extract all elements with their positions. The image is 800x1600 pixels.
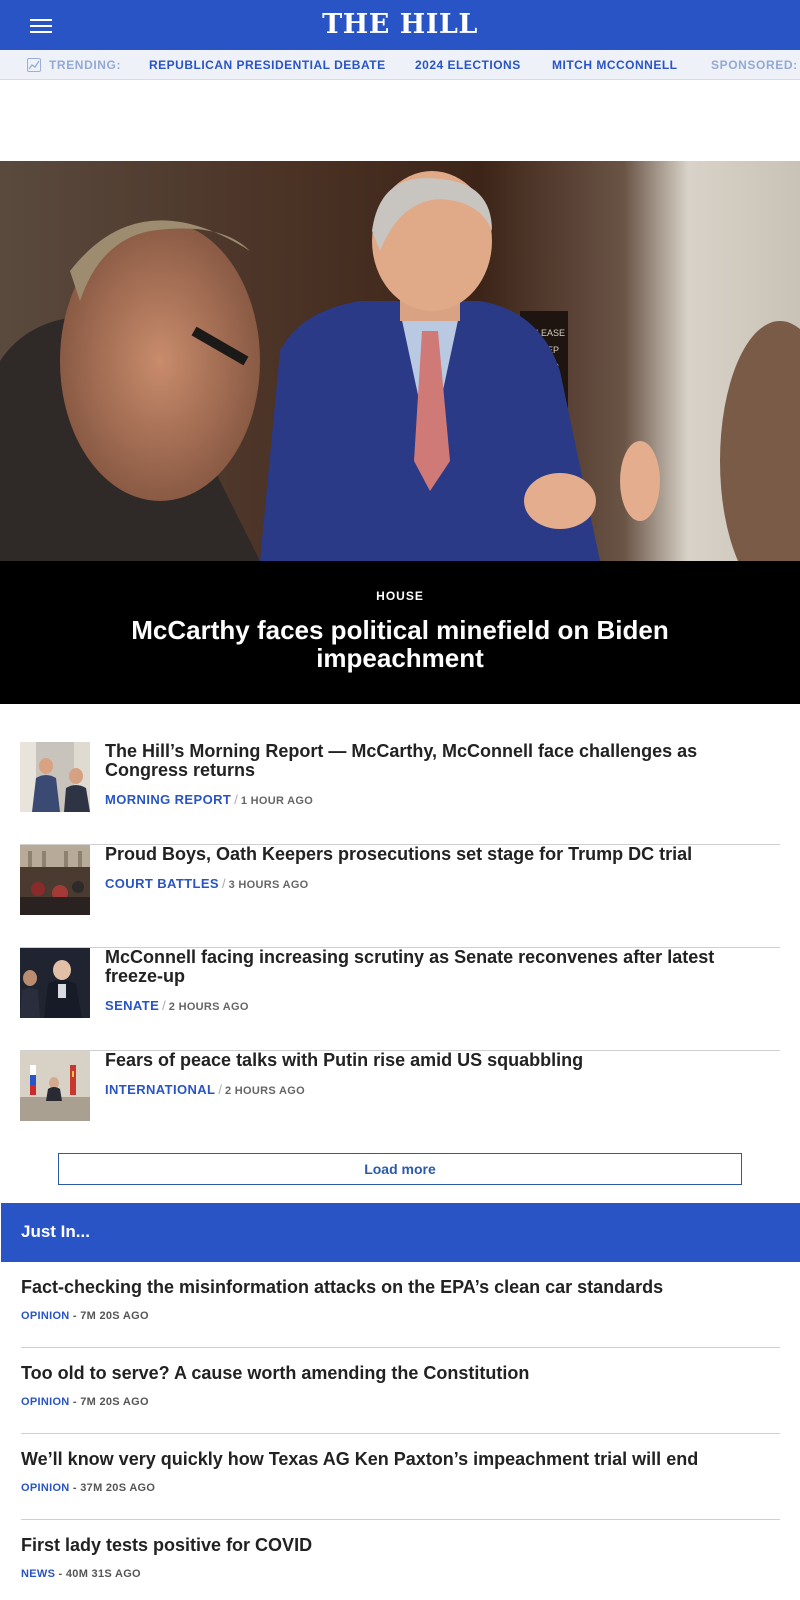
just-in-time: - 7M 20S AGO — [69, 1396, 149, 1408]
trending-link-elections[interactable]: 2024 ELECTIONS — [415, 58, 521, 72]
just-in-title: Just In... — [21, 1222, 90, 1241]
hero-image[interactable]: PLEASE KEEP DOOR SHUT — [0, 161, 800, 561]
site-logo[interactable]: THE HILL — [0, 9, 800, 40]
article-headline[interactable]: Proud Boys, Oath Keepers prosecutions se… — [105, 845, 775, 864]
list-item: McConnell facing increasing scrutiny as … — [20, 948, 780, 1051]
article-headline[interactable]: Fears of peace talks with Putin rise ami… — [105, 1051, 775, 1070]
just-in-headline[interactable]: First lady tests positive for COVID — [21, 1535, 780, 1555]
just-in-headline[interactable]: Too old to serve? A cause worth amending… — [21, 1363, 780, 1383]
just-in-headline[interactable]: We’ll know very quickly how Texas AG Ken… — [21, 1449, 780, 1469]
article-category[interactable]: SENATE — [105, 998, 159, 1013]
just-in-category[interactable]: OPINION — [21, 1396, 70, 1408]
just-in-time: - 7M 20S AGO — [69, 1310, 149, 1322]
trending-link-mcconnell[interactable]: MITCH MCCONNELL — [552, 58, 677, 72]
just-in-category[interactable]: OPINION — [21, 1482, 70, 1494]
hero-caption: HOUSE McCarthy faces political minefield… — [0, 561, 800, 704]
just-in-item: We’ll know very quickly how Texas AG Ken… — [21, 1434, 780, 1520]
just-in-meta: OPINION - 7M 20S AGO — [21, 1396, 149, 1408]
just-in-meta: OPINION - 37M 20S AGO — [21, 1482, 155, 1494]
just-in-category[interactable]: OPINION — [21, 1310, 70, 1322]
article-thumbnail[interactable] — [20, 948, 90, 1018]
article-category[interactable]: COURT BATTLES — [105, 876, 219, 891]
article-meta: INTERNATIONAL/2 HOURS AGO — [105, 1082, 305, 1097]
article-thumbnail[interactable] — [20, 742, 90, 812]
article-thumbnail[interactable] — [20, 1051, 90, 1121]
article-category[interactable]: MORNING REPORT — [105, 792, 231, 807]
just-in-item: Fact-checking the misinformation attacks… — [21, 1262, 780, 1348]
just-in-time: - 40M 31S AGO — [55, 1568, 141, 1580]
trending-label: TRENDING: — [49, 58, 122, 72]
article-time: 2 HOURS AGO — [225, 1085, 305, 1097]
just-in-headline[interactable]: Fact-checking the misinformation attacks… — [21, 1277, 780, 1297]
meta-separator: / — [162, 998, 166, 1013]
load-more-button[interactable]: Load more — [58, 1153, 742, 1185]
hero-section-label[interactable]: HOUSE — [0, 589, 800, 603]
just-in-time: - 37M 20S AGO — [69, 1482, 156, 1494]
hero-headline[interactable]: McCarthy faces political minefield on Bi… — [100, 616, 700, 672]
article-meta: MORNING REPORT/1 HOUR AGO — [105, 792, 313, 807]
just-in-item: First lady tests positive for COVID NEWS… — [21, 1520, 780, 1600]
article-headline[interactable]: McConnell facing increasing scrutiny as … — [105, 948, 775, 986]
just-in-category[interactable]: NEWS — [21, 1568, 55, 1580]
trending-chart-icon — [27, 58, 41, 72]
meta-separator: / — [218, 1082, 223, 1097]
meta-separator: / — [234, 792, 238, 807]
article-time: 2 HOURS AGO — [168, 1001, 249, 1013]
article-category[interactable]: INTERNATIONAL — [105, 1082, 215, 1097]
site-header: THE HILL — [0, 0, 800, 50]
sponsored-label: SPONSORED: — [711, 58, 798, 72]
just-in-meta: OPINION - 7M 20S AGO — [21, 1310, 149, 1322]
list-item: Fears of peace talks with Putin rise ami… — [20, 1051, 780, 1154]
just-in-header: Just In... — [1, 1203, 800, 1262]
article-meta: COURT BATTLES/3 HOURS AGO — [105, 876, 309, 891]
just-in-item: Too old to serve? A cause worth amending… — [21, 1348, 780, 1434]
list-item: The Hill’s Morning Report — McCarthy, Mc… — [20, 742, 780, 845]
list-item: Proud Boys, Oath Keepers prosecutions se… — [20, 845, 780, 948]
just-in-meta: NEWS - 40M 31S AGO — [21, 1568, 141, 1580]
trending-link-debate[interactable]: REPUBLICAN PRESIDENTIAL DEBATE — [149, 58, 386, 72]
meta-separator: / — [222, 876, 226, 891]
article-thumbnail[interactable] — [20, 845, 90, 915]
article-headline[interactable]: The Hill’s Morning Report — McCarthy, Mc… — [105, 742, 775, 780]
article-time: 3 HOURS AGO — [228, 879, 309, 891]
article-time: 1 HOUR AGO — [240, 795, 314, 807]
article-meta: SENATE/2 HOURS AGO — [105, 998, 249, 1013]
trending-bar: TRENDING: REPUBLICAN PRESIDENTIAL DEBATE… — [0, 50, 800, 80]
